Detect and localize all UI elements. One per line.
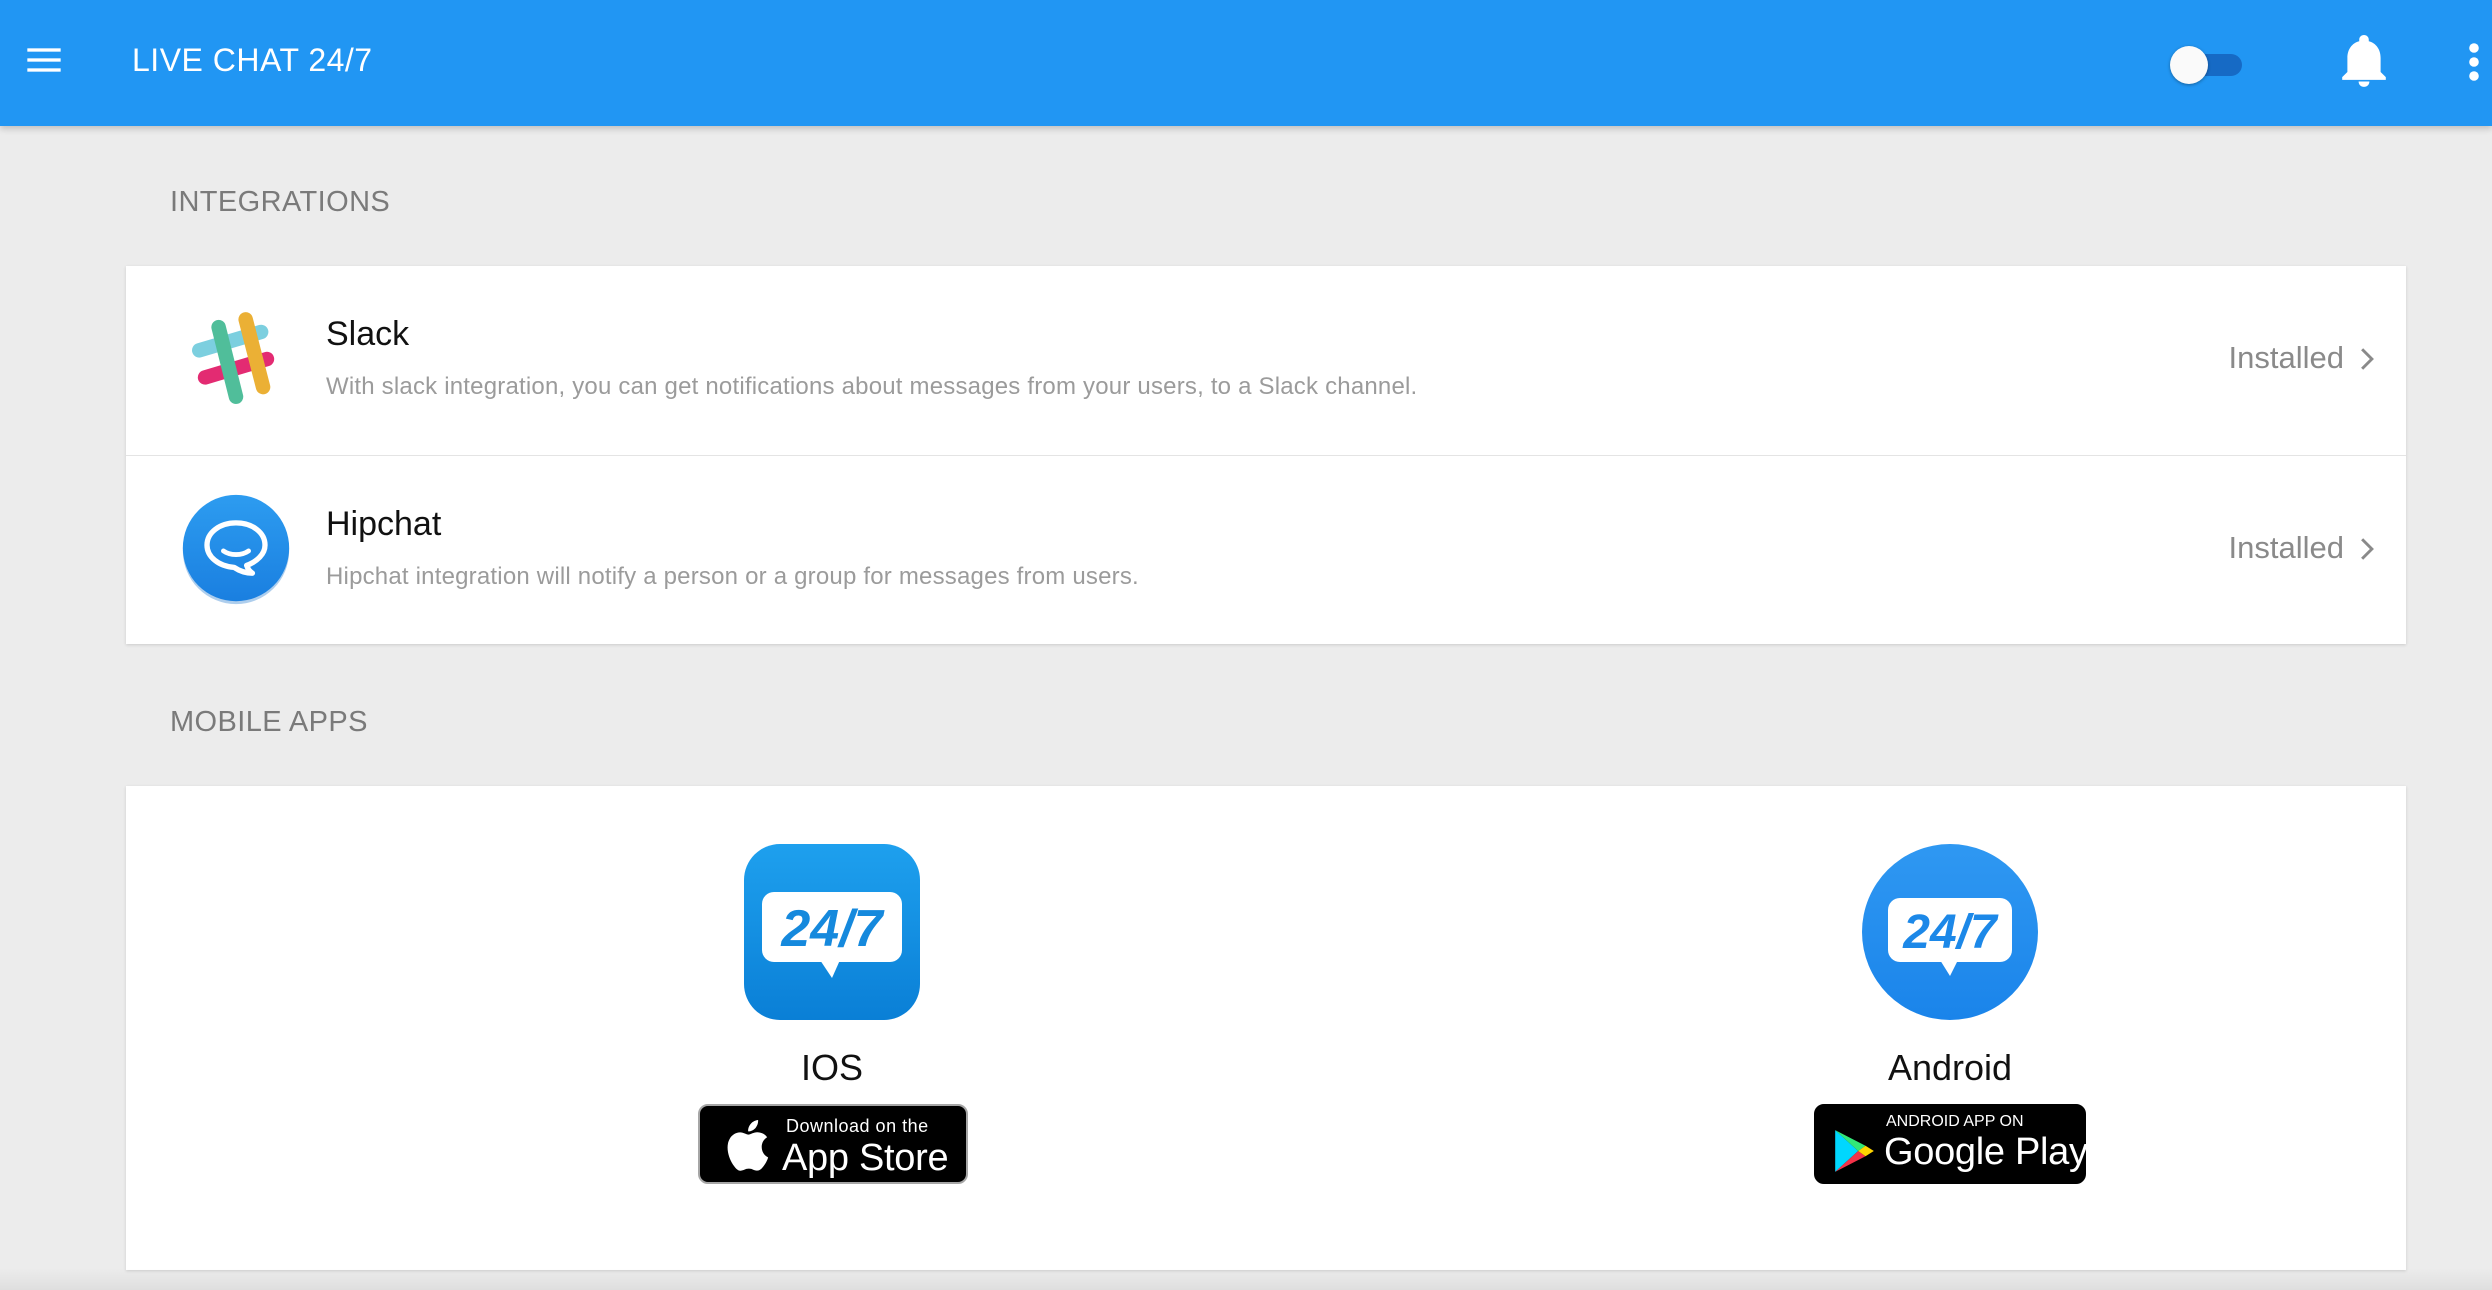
badge-subtitle: Download on the <box>786 1116 929 1136</box>
integration-row-slack[interactable]: Slack With slack integration, you can ge… <box>126 266 2406 455</box>
page-bottom-shadow <box>0 1268 2492 1290</box>
badge-title: Google Play <box>1884 1131 2088 1173</box>
apple-icon <box>727 1119 769 1171</box>
ios-logo-text: 24/7 <box>780 900 884 958</box>
toggle-thumb <box>2170 46 2208 84</box>
more-vert-icon <box>2469 43 2479 81</box>
integrations-card: Slack With slack integration, you can ge… <box>126 266 2406 644</box>
status-toggle[interactable] <box>2168 46 2246 84</box>
app-column-android: 24/7 Android ANDROID APP ON Google Play <box>1650 786 2250 1270</box>
google-play-badge-button[interactable]: ANDROID APP ON Google Play <box>1814 1104 2088 1184</box>
app-platform-label: IOS <box>800 1047 863 1088</box>
bell-icon <box>2342 35 2386 87</box>
android-app-logo-icon: 24/7 <box>1862 844 2038 1020</box>
mobile-apps-section-title: MOBILE APPS <box>170 706 368 738</box>
integration-name: Hipchat <box>326 505 442 543</box>
mobile-apps-card: 24/7 IOS Download on the App Store 24/7 … <box>126 786 2406 1270</box>
app-bar: LIVE CHAT 24/7 <box>0 0 2492 126</box>
app-title: LIVE CHAT 24/7 <box>132 42 373 78</box>
integrations-section-title: INTEGRATIONS <box>170 186 391 218</box>
integration-description: With slack integration, you can get noti… <box>326 373 1418 400</box>
app-store-badge-button[interactable]: Download on the App Store <box>698 1104 968 1184</box>
notifications-button[interactable] <box>2338 34 2390 90</box>
badge-subtitle: ANDROID APP ON <box>1886 1113 2024 1130</box>
integration-description: Hipchat integration will notify a person… <box>326 563 1139 590</box>
overflow-menu-button[interactable] <box>2462 40 2486 84</box>
slack-icon <box>183 307 289 413</box>
menu-button[interactable] <box>20 36 68 84</box>
integration-name: Slack <box>326 315 410 353</box>
app-platform-label: Android <box>1887 1047 2013 1088</box>
android-logo-text: 24/7 <box>1902 906 1999 959</box>
integration-status: Installed <box>2228 340 2344 375</box>
ios-app-logo-icon: 24/7 <box>744 844 920 1020</box>
badge-title: App Store <box>782 1137 949 1179</box>
chevron-right-icon <box>2361 348 2374 370</box>
google-play-icon <box>1835 1130 1874 1172</box>
integration-row-hipchat[interactable]: Hipchat Hipchat integration will notify … <box>126 455 2406 644</box>
chevron-right-icon <box>2361 538 2374 560</box>
app-column-ios: 24/7 IOS Download on the App Store <box>532 786 1132 1270</box>
hipchat-icon <box>182 494 290 605</box>
integration-status: Installed <box>2228 530 2344 565</box>
hamburger-menu-icon <box>27 48 61 72</box>
